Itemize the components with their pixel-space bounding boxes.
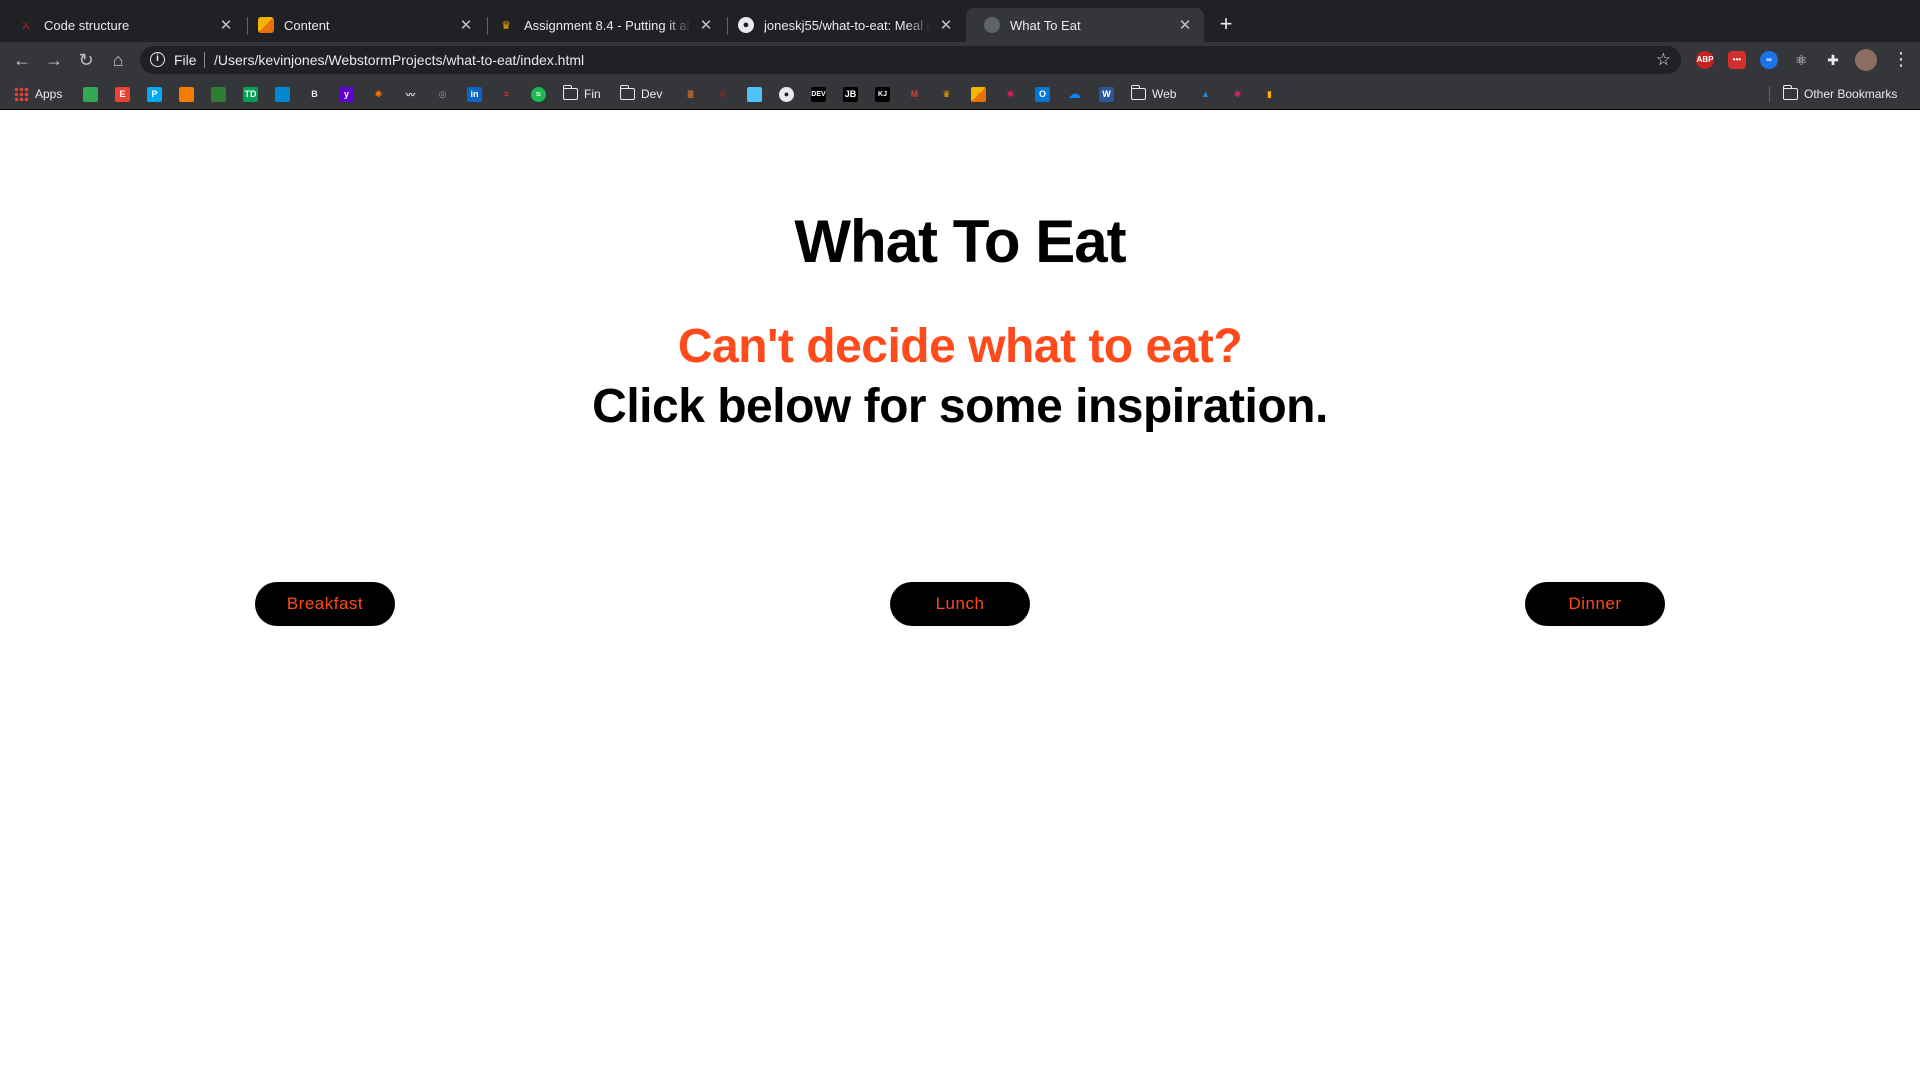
tagline-question: Can't decide what to eat? [677, 320, 1243, 373]
folder-icon [619, 85, 635, 100]
github-icon: ● [738, 17, 754, 33]
dinner-button[interactable]: Dinner [1525, 582, 1665, 626]
folder-icon [1782, 85, 1798, 100]
divider [1769, 86, 1770, 102]
bookmark-favicon[interactable]: ✱ [1230, 85, 1245, 103]
react-icon[interactable]: ⚛ [1792, 51, 1810, 69]
spotify-icon[interactable]: ≈ [531, 85, 546, 103]
bookmark-favicon[interactable]: TD [243, 85, 258, 103]
github-icon[interactable]: ● [779, 85, 794, 103]
bookmark-favicon[interactable]: 〰 [403, 85, 418, 103]
word-icon[interactable]: W [1099, 85, 1114, 103]
bookmark-favicon[interactable]: KJ [875, 85, 890, 103]
bookmark-label: Dev [641, 87, 663, 101]
globe-icon [984, 17, 1000, 33]
bookmark-favicon[interactable]: ✱ [371, 85, 386, 103]
tab-content[interactable]: Content ✕ [240, 8, 485, 42]
bookmark-favicon[interactable]: ♛ [939, 85, 954, 103]
lastpass-icon[interactable]: ••• [1728, 51, 1746, 69]
bookmark-favicon[interactable]: ⚔ [715, 85, 730, 103]
menu-icon[interactable]: ⋮ [1892, 50, 1910, 68]
tab-github-repo[interactable]: ● joneskj55/what-to-eat: Meal ideas ✕ [720, 8, 965, 42]
bookmark-favicon[interactable] [83, 85, 98, 103]
tagline-instruction: Click below for some inspiration. [592, 380, 1328, 433]
url-text[interactable]: /Users/kevinjones/WebstormProjects/what-… [214, 52, 584, 68]
close-icon[interactable]: ✕ [217, 16, 235, 34]
tab-code-structure[interactable]: ⚔ Code structure ✕ [0, 8, 245, 42]
onedrive-icon[interactable]: ☁ [1067, 85, 1082, 103]
jetbrains-icon[interactable]: JB [843, 85, 858, 103]
tab-title: What To Eat [1010, 17, 1081, 33]
url-scheme: File [174, 52, 197, 68]
analytics-icon[interactable]: ▮ [1262, 85, 1277, 103]
bookmark-favicon[interactable]: P [147, 85, 162, 103]
close-icon[interactable]: ✕ [937, 16, 955, 34]
bookmarks-bar: Apps E P TD B y ✱ 〰 ◎ in ≡ ≈ Fin Dev ≣ ⚔… [0, 78, 1920, 110]
bookmark-other-bookmarks[interactable]: Other Bookmarks [1782, 85, 1898, 103]
tab-title: joneskj55/what-to-eat: Meal ideas [764, 17, 931, 33]
outlook-icon[interactable]: O [1035, 85, 1050, 103]
bookmark-label: Fin [584, 87, 601, 101]
bookmark-favicon[interactable]: ▲ [1198, 85, 1213, 103]
bookmark-favicon[interactable] [179, 85, 194, 103]
bookmark-folder-dev[interactable]: Dev [619, 85, 663, 103]
close-icon[interactable]: ✕ [1176, 16, 1194, 34]
tab-title: Content [284, 17, 330, 33]
bookmark-star-icon[interactable]: ☆ [1656, 50, 1671, 70]
puzzle-icon[interactable]: ✚ [1824, 51, 1842, 69]
breakfast-button[interactable]: Breakfast [255, 582, 395, 626]
extension-icon[interactable]: ∞ [1760, 51, 1778, 69]
close-icon[interactable]: ✕ [697, 16, 715, 34]
stackoverflow-icon[interactable]: ≣ [683, 85, 698, 103]
bookmark-favicon[interactable]: B [307, 85, 322, 103]
bookmark-favicon[interactable] [211, 85, 226, 103]
tab-assignment[interactable]: ♛ Assignment 8.4 - Putting it all togeth… [480, 8, 725, 42]
x-logo-icon: ⚔ [21, 19, 31, 32]
linkedin-icon[interactable]: in [467, 85, 482, 103]
reload-icon[interactable]: ↻ [74, 48, 98, 72]
folder-icon [562, 85, 578, 100]
bookmark-apps[interactable]: Apps [14, 85, 62, 103]
back-arrow-icon[interactable]: ← [10, 48, 34, 72]
wings-icon: ♛ [501, 19, 511, 32]
tab-strip: ⚔ Code structure ✕ Content ✕ ♛ Assignmen… [0, 0, 1920, 42]
apps-grid-icon [14, 86, 29, 102]
bookmark-favicon[interactable]: y [339, 85, 354, 103]
bookmark-label: Other Bookmarks [1804, 87, 1898, 101]
bookmark-label: Apps [35, 87, 63, 101]
bookmark-favicon[interactable] [275, 85, 290, 103]
divider [204, 52, 205, 68]
bookmark-favicon[interactable]: ≡ [499, 85, 514, 103]
bookmark-favicon[interactable] [971, 85, 986, 103]
dev-icon[interactable]: DEV [811, 85, 826, 103]
info-icon[interactable]: i [150, 52, 165, 67]
bookmark-folder-fin[interactable]: Fin [562, 85, 601, 103]
adblock-icon[interactable]: ABP [1696, 51, 1714, 69]
bookmark-favicon[interactable] [747, 85, 762, 103]
bookmark-favicon[interactable]: M [907, 85, 922, 103]
home-icon[interactable]: ⌂ [106, 48, 130, 72]
close-icon[interactable]: ✕ [457, 16, 475, 34]
content-icon [258, 17, 274, 33]
bookmark-favicon[interactable]: E [115, 85, 130, 103]
tab-what-to-eat[interactable]: What To Eat ✕ [966, 8, 1204, 42]
tab-title: Code structure [44, 17, 130, 33]
bookmark-favicon[interactable]: ◎ [435, 85, 450, 103]
lunch-button[interactable]: Lunch [890, 582, 1030, 626]
tab-title: Assignment 8.4 - Putting it all together [524, 17, 691, 33]
browser-toolbar: ← → ↻ ⌂ i File /Users/kevinjones/Webstor… [0, 42, 1920, 78]
bookmark-label: Web [1152, 87, 1177, 101]
avatar[interactable] [1855, 49, 1877, 71]
slack-icon[interactable]: ✱ [1003, 85, 1018, 103]
page-title: What To Eat [794, 208, 1126, 275]
folder-icon [1130, 85, 1146, 100]
page-content: What To Eat Can't decide what to eat? Cl… [0, 111, 1920, 1080]
forward-arrow-icon[interactable]: → [42, 48, 66, 72]
bookmark-folder-web[interactable]: Web [1130, 85, 1177, 103]
address-bar[interactable]: i File /Users/kevinjones/WebstormProject… [140, 46, 1681, 74]
new-tab-button[interactable]: + [1213, 12, 1239, 38]
